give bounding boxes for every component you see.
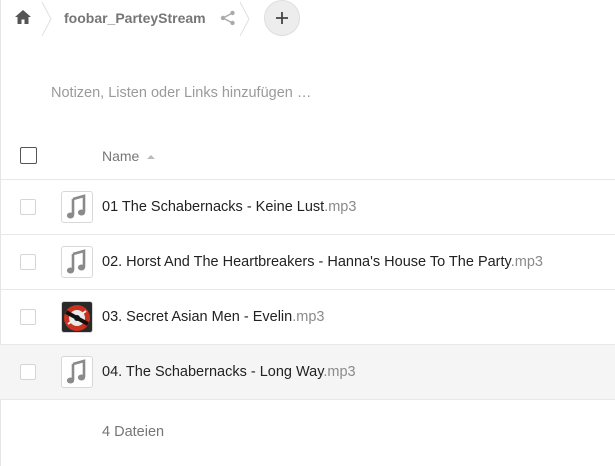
column-name-sort[interactable]: Name bbox=[102, 148, 156, 164]
select-all-checkbox[interactable] bbox=[20, 147, 37, 164]
file-name[interactable]: 02. Horst And The Heartbreakers - Hanna'… bbox=[102, 254, 543, 270]
row-checkbox[interactable] bbox=[20, 309, 36, 325]
table-header: Name bbox=[0, 130, 615, 180]
file-name[interactable]: 01 The Schabernacks - Keine Lust.mp3 bbox=[102, 199, 356, 215]
share-icon[interactable] bbox=[219, 9, 237, 27]
file-extension: .mp3 bbox=[510, 254, 543, 270]
music-note-icon bbox=[61, 246, 93, 278]
row-checkbox[interactable] bbox=[20, 254, 36, 270]
music-note-icon bbox=[61, 356, 93, 388]
home-icon[interactable] bbox=[14, 9, 34, 27]
file-extension: .mp3 bbox=[323, 364, 356, 380]
row-checkbox[interactable] bbox=[20, 199, 36, 215]
breadcrumb-separator-icon bbox=[41, 1, 52, 37]
album-art-thumbnail bbox=[61, 301, 93, 333]
music-note-icon bbox=[61, 191, 93, 223]
file-extension: .mp3 bbox=[292, 309, 325, 325]
column-name-label: Name bbox=[102, 148, 140, 164]
breadcrumb-separator-icon bbox=[239, 1, 250, 37]
file-basename: 02. Horst And The Heartbreakers - Hanna'… bbox=[102, 254, 511, 270]
file-basename: 01 The Schabernacks - Keine Lust bbox=[102, 199, 325, 215]
table-row[interactable]: 02. Horst And The Heartbreakers - Hanna'… bbox=[0, 235, 615, 290]
file-basename: 03. Secret Asian Men - Evelin bbox=[102, 309, 293, 325]
sort-ascending-icon bbox=[147, 155, 156, 159]
file-name[interactable]: 03. Secret Asian Men - Evelin.mp3 bbox=[102, 309, 324, 325]
notes-input[interactable]: Notizen, Listen oder Links hinzufügen … bbox=[51, 85, 311, 101]
file-basename: 04. The Schabernacks - Long Way bbox=[102, 364, 324, 380]
table-row[interactable]: 01 The Schabernacks - Keine Lust.mp3 bbox=[0, 180, 615, 235]
add-new-button[interactable] bbox=[264, 0, 300, 36]
table-row[interactable]: 03. Secret Asian Men - Evelin.mp3 bbox=[0, 290, 615, 345]
breadcrumb-folder[interactable]: foobar_ParteyStream bbox=[64, 10, 206, 26]
file-extension: .mp3 bbox=[324, 199, 357, 215]
table-row[interactable]: 04. The Schabernacks - Long Way.mp3 bbox=[0, 345, 615, 400]
breadcrumb: foobar_ParteyStream bbox=[0, 0, 615, 38]
file-name[interactable]: 04. The Schabernacks - Long Way.mp3 bbox=[102, 364, 356, 380]
plus-icon bbox=[276, 12, 288, 24]
file-count-summary: 4 Dateien bbox=[102, 424, 165, 440]
row-checkbox[interactable] bbox=[20, 364, 36, 380]
